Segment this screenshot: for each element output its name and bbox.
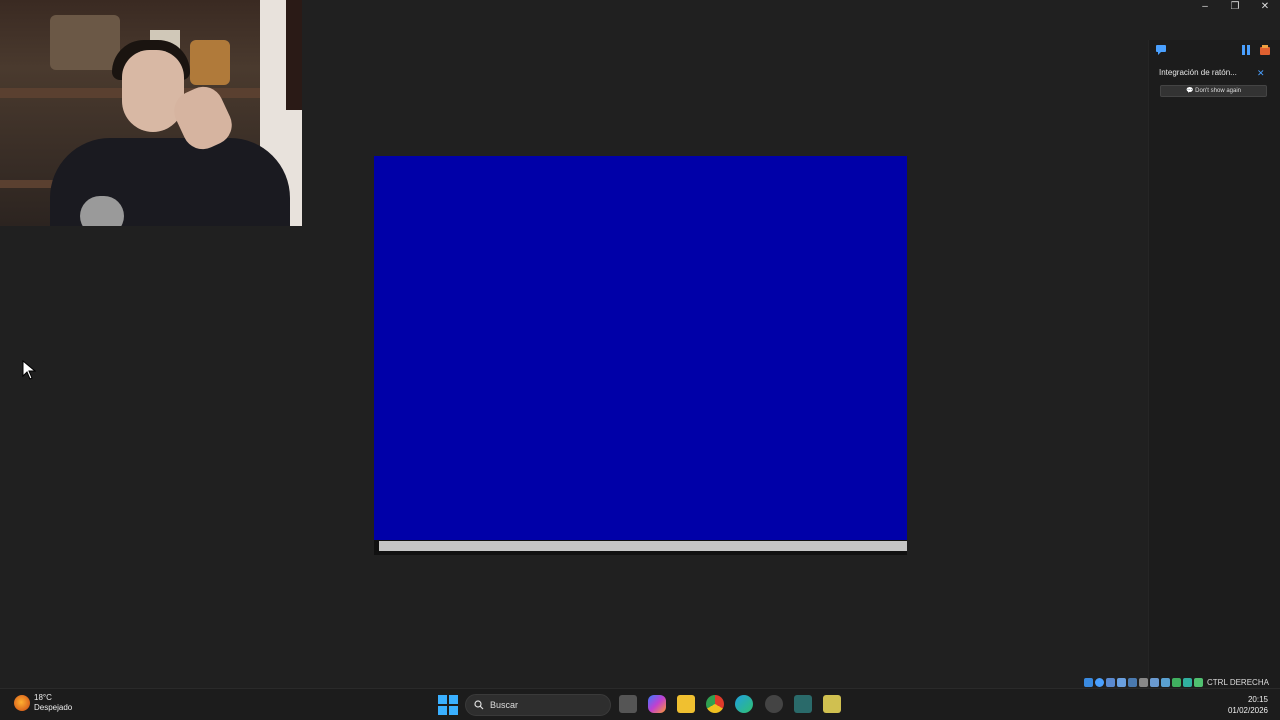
vm-progress-bar xyxy=(379,541,907,551)
weather-temperature: 18°C xyxy=(34,693,52,702)
dont-show-again-button[interactable]: 💬 Don't show again xyxy=(1160,85,1267,97)
start-button[interactable] xyxy=(438,695,458,715)
sort-icon[interactable] xyxy=(1240,44,1252,56)
edge-icon[interactable] xyxy=(735,695,753,713)
hard-disk-icon[interactable] xyxy=(1084,677,1093,687)
optical-drive-icon[interactable] xyxy=(1095,677,1104,687)
notification-item[interactable]: Integración de ratón... xyxy=(1159,68,1269,77)
weather-description: Despejado xyxy=(34,703,73,712)
taskbar: 18°C Despejado Buscar 20:15 01/02/2026 xyxy=(0,688,1280,720)
notification-side-panel xyxy=(1148,40,1280,688)
file-explorer-icon[interactable] xyxy=(677,695,695,713)
chrome-icon[interactable] xyxy=(706,695,724,713)
message-icon[interactable] xyxy=(1155,44,1167,56)
weather-sun-icon xyxy=(14,695,30,711)
clock-time: 20:15 xyxy=(1247,695,1268,704)
restore-button[interactable]: ❐ xyxy=(1220,0,1250,14)
shared-folders-icon[interactable] xyxy=(1139,677,1148,687)
close-button[interactable]: ✕ xyxy=(1250,0,1280,14)
settings-icon[interactable] xyxy=(765,695,783,713)
clear-notifications-icon[interactable] xyxy=(1259,44,1271,56)
vm-display[interactable] xyxy=(374,156,907,540)
mouse-integration-icon[interactable] xyxy=(1183,677,1192,687)
dont-show-again-label: Don't show again xyxy=(1195,88,1241,94)
clock-date: 01/02/2026 xyxy=(1227,706,1268,715)
vm-status-tray: CTRL DERECHA xyxy=(1084,676,1280,688)
recording-icon[interactable] xyxy=(1161,677,1170,687)
notification-close-icon[interactable]: ✕ xyxy=(1257,68,1265,79)
keyboard-icon[interactable] xyxy=(1194,677,1203,687)
webcam-overlay xyxy=(0,0,302,226)
search-placeholder: Buscar xyxy=(490,700,519,710)
window-controls: – ❐ ✕ xyxy=(1190,0,1280,14)
usb-icon[interactable] xyxy=(1128,677,1137,687)
weather-widget[interactable]: 18°C Despejado xyxy=(14,693,72,713)
minimize-button[interactable]: – xyxy=(1190,0,1220,14)
host-key-label: CTRL DERECHA xyxy=(1207,677,1269,687)
search-icon xyxy=(474,700,484,710)
display-icon[interactable] xyxy=(1150,677,1159,687)
desktop: – ❐ ✕ Integración de ratón... ✕ 💬 Don't … xyxy=(0,0,1280,720)
copilot-icon[interactable] xyxy=(648,695,666,713)
search-input[interactable]: Buscar xyxy=(465,694,611,716)
notepad-icon[interactable] xyxy=(823,695,841,713)
mouse-cursor-icon xyxy=(22,360,36,380)
task-view-icon[interactable] xyxy=(619,695,637,713)
audio-icon[interactable] xyxy=(1106,677,1115,687)
speech-bubble-icon: 💬 xyxy=(1186,88,1194,94)
notification-title: Integración de ratón... xyxy=(1159,68,1237,77)
visual-studio-icon[interactable] xyxy=(794,695,812,713)
network-icon[interactable] xyxy=(1117,677,1126,687)
cpu-icon[interactable] xyxy=(1172,677,1181,687)
system-clock[interactable]: 20:15 01/02/2026 xyxy=(1228,694,1268,716)
